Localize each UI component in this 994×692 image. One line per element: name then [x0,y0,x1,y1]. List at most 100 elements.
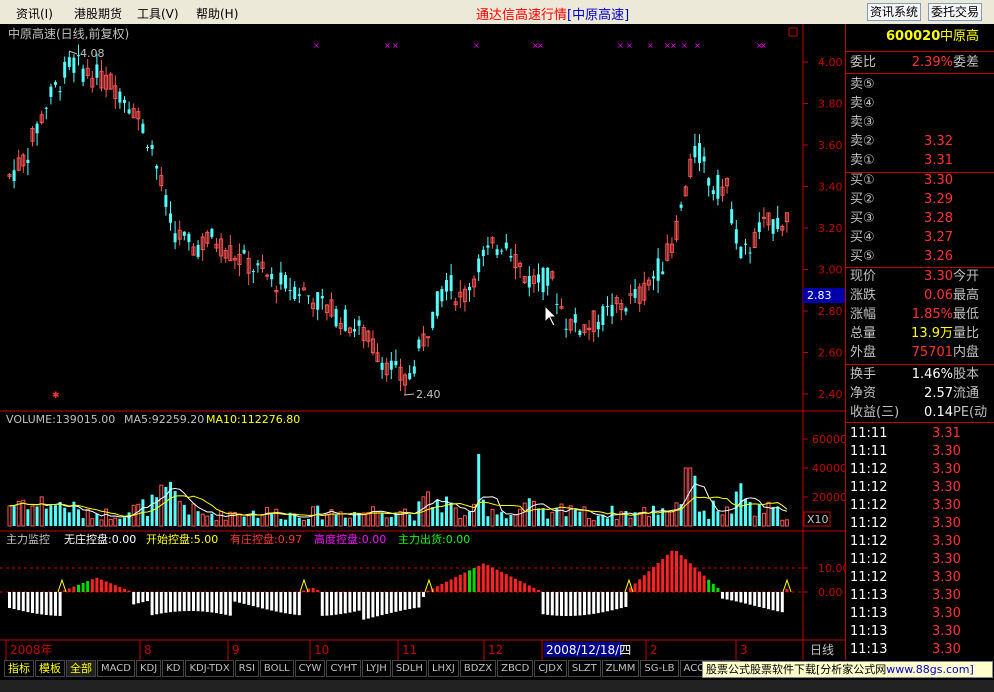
tick-row: 11:12 3.30 [850,461,961,479]
indicator-bar [684,559,688,592]
tab-macd[interactable]: MACD [97,660,135,677]
tab-cjdx[interactable]: CJDX [534,660,567,677]
tab-boll[interactable]: BOLL [259,660,294,677]
tab-rsi[interactable]: RSI [234,660,259,677]
indicator-bar [624,592,628,607]
sell-row: 卖③ [850,114,994,132]
candle-body [417,339,421,349]
indicator-bar [481,563,485,592]
stat2-row: 收益(三) 0.14 PE(动 [850,404,994,422]
weibi-value: 2.39% [911,55,953,70]
indicator-bar [592,592,596,614]
indicator-bar [77,584,80,592]
tab-kdj-tdx[interactable]: KDJ-TDX [185,660,234,677]
buy-row: 买③ 3.28 [850,210,994,228]
signal-marker-icon: × [537,41,544,50]
indicator-bar [753,592,757,606]
candle-body [440,289,444,302]
volume-bar [606,518,609,526]
indicator-bar [656,562,660,592]
volume-bar [265,507,270,527]
ad-banner[interactable]: 股票公式股票软件下载[分析家公式网www.88gs.com] [702,661,993,678]
tick-price: 3.30 [932,462,961,477]
indicator-bar [569,592,573,616]
indicator-bar [693,567,697,592]
menu-hk-futures[interactable]: 港股期货 [74,5,122,22]
tab-kd[interactable]: KD [162,660,185,677]
indicator-bar [127,590,131,592]
volume-bar [458,517,463,527]
tab-lyjh[interactable]: LYJH [361,660,391,677]
tab-slzt[interactable]: SLZT [567,660,601,677]
indicator-bar [293,592,297,615]
candle-body [320,295,324,299]
kline-chart-svg[interactable]: 中原高速(日线,前复权) 4.00 3.80 3.60 3.40 3.20 3.00 2.8… [0,24,850,660]
tab-indicator[interactable]: 指标 [4,660,34,677]
candle-body [182,231,186,236]
kline-chart-area[interactable]: 中原高速(日线,前复权) 4.00 3.80 3.60 3.40 3.20 3.00 2.8… [0,24,850,660]
tick-time: 11:12 [850,462,888,477]
tab-kdj[interactable]: KDJ [135,660,162,677]
indicator-bar [486,565,490,592]
tab-bdzx[interactable]: BDZX [459,660,497,677]
tick-row: 11:11 3.30 [850,443,961,461]
candle-body [150,144,154,149]
volume-bar [316,505,320,526]
indicator-bar [500,571,504,592]
tab-zlmm[interactable]: ZLMM [601,660,640,677]
tab-lhxj[interactable]: LHXJ [427,660,459,677]
stat-row-value: 13.9万 [911,326,953,341]
tab-cyht[interactable]: CYHT [326,660,361,677]
volume-bar [550,511,555,527]
volume-bar [527,498,531,526]
ad-url[interactable]: www.88gs.com] [886,663,973,676]
signal-marker-icon: × [681,41,688,50]
candle-body [288,289,292,291]
indicator-bar [357,592,361,611]
horizontal-scrollbar[interactable] [0,680,994,692]
tab-cyw[interactable]: CYW [294,660,326,677]
indicator-bar [8,592,11,608]
indicator-bar [81,582,85,592]
weicha-label: 委差 [953,55,980,70]
price-axis-label: 3.00 [818,264,843,277]
tab-all[interactable]: 全部 [66,660,96,677]
tab-sdlh[interactable]: SDLH [391,660,427,677]
menu-help[interactable]: 帮助(H) [196,5,238,22]
volume-bar [449,502,453,526]
buy-row-value: 3.26 [924,249,953,264]
indicator-bar [642,575,646,592]
candle-body [652,276,655,279]
stat-row-value: 0.06 [924,288,953,303]
candle-body [155,165,159,169]
candle-body [146,147,149,149]
indicator-bar [449,579,453,592]
indicator-bar [325,592,329,616]
info-system-button[interactable]: 资讯系统 [867,3,922,21]
tab-sg-lb[interactable]: SG-LB [640,660,679,677]
candle-body [610,304,614,317]
candle-body [334,309,338,327]
dividend-marker-icon: ✱ [52,391,60,401]
volume-bar [334,514,338,526]
indicator-bar [104,581,108,592]
menu-info[interactable]: 资讯(I) [16,5,53,22]
tick-price: 3.30 [932,552,961,567]
indicator-bar [95,577,99,592]
tick-time: 11:12 [850,516,888,531]
price-axis-label: 3.40 [818,181,843,194]
candle-body [242,249,246,254]
candle-body [58,91,62,93]
tab-template[interactable]: 模板 [35,660,65,677]
trade-button[interactable]: 委托交易 [928,3,983,21]
tab-zbcd[interactable]: ZBCD [497,660,534,677]
indicator-bar [679,555,683,592]
volume-bar [591,520,596,527]
buy-row-label: 买③ [850,211,875,226]
chart-corner-box[interactable] [788,27,798,37]
volume-bar [665,510,670,527]
volume-bar [587,518,592,527]
menu-tools[interactable]: 工具(V) [137,5,179,22]
indicator-bar [26,592,30,613]
candle-body [49,86,53,97]
